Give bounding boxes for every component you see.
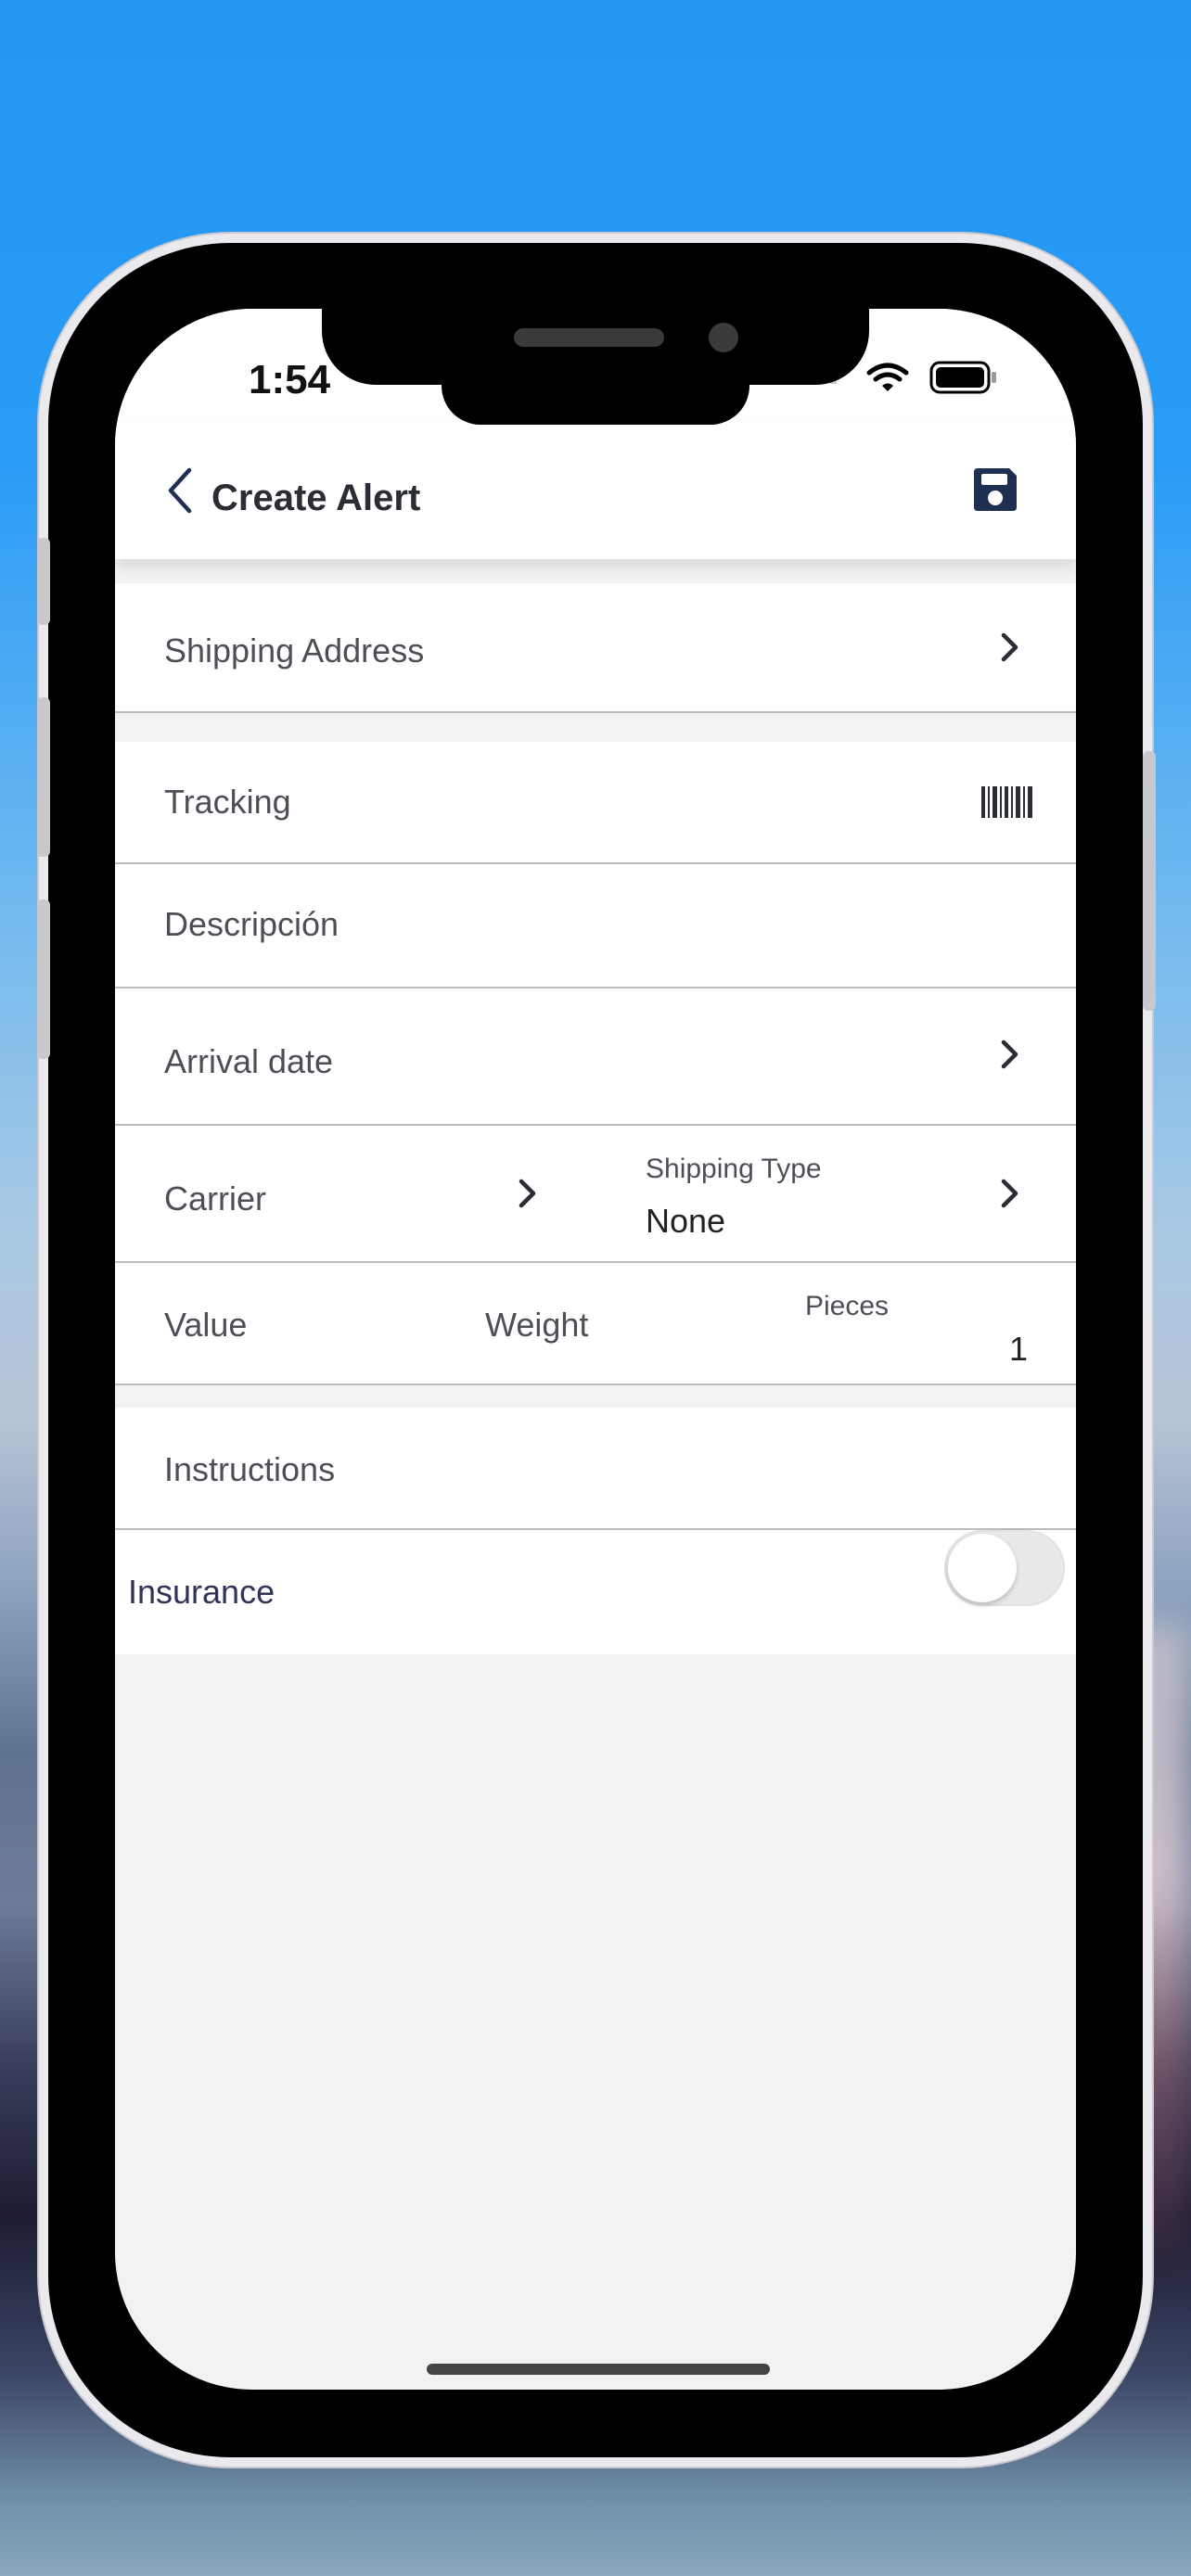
shipping-type-value[interactable]: None: [646, 1202, 725, 1241]
save-icon[interactable]: [970, 465, 1020, 519]
mute-switch: [37, 538, 50, 625]
barcode-icon[interactable]: [981, 786, 1033, 823]
app-screen: 1:54 Create Alert Shipping Address Track…: [115, 309, 1076, 2390]
chevron-right-icon: [1000, 1039, 1020, 1075]
shipping-address-row[interactable]: Shipping Address: [115, 583, 1076, 713]
speaker-grill: [514, 328, 664, 347]
insurance-toggle[interactable]: [944, 1530, 1065, 1606]
carrier-shipping-row: Carrier Shipping Type None: [115, 1126, 1076, 1263]
value-weight-pieces-row: Value Weight Pieces 1: [115, 1263, 1076, 1385]
chevron-right-icon: [1000, 631, 1020, 668]
status-time: 1:54: [249, 357, 331, 402]
notch-island: [442, 352, 749, 425]
description-row[interactable]: Descripción: [115, 864, 1076, 988]
instructions-row[interactable]: Instructions: [115, 1408, 1076, 1530]
home-indicator[interactable]: [427, 2364, 770, 2375]
carrier-chevron-right-icon[interactable]: [518, 1178, 538, 1214]
toggle-knob: [948, 1534, 1017, 1602]
pieces-field[interactable]: 1: [1009, 1330, 1028, 1369]
carrier-label[interactable]: Carrier: [164, 1180, 266, 1218]
arrival-date-label: Arrival date: [164, 1042, 334, 1080]
insurance-row: Insurance: [115, 1530, 1076, 1654]
tracking-label: Tracking: [164, 783, 291, 821]
shipping-type-chevron-right-icon[interactable]: [1000, 1178, 1020, 1214]
value-field[interactable]: Value: [164, 1306, 247, 1345]
volume-down-button: [37, 899, 50, 1059]
shipping-address-label: Shipping Address: [164, 631, 425, 670]
page-title: Create Alert: [211, 478, 421, 518]
front-camera: [709, 323, 738, 352]
power-button: [1143, 751, 1156, 1011]
weight-field[interactable]: Weight: [485, 1306, 588, 1345]
description-label: Descripción: [164, 905, 339, 943]
back-chevron-icon[interactable]: [163, 465, 195, 521]
shipping-type-label: Shipping Type: [646, 1154, 822, 1184]
tracking-row[interactable]: Tracking: [115, 742, 1076, 864]
volume-up-button: [37, 697, 50, 857]
instructions-label: Instructions: [164, 1450, 336, 1488]
insurance-label: Insurance: [128, 1573, 275, 1611]
pieces-label: Pieces: [805, 1291, 890, 1321]
battery-icon: [929, 361, 998, 399]
wifi-icon: [866, 362, 909, 398]
navigation-bar: Create Alert: [115, 420, 1076, 559]
arrival-date-row[interactable]: Arrival date: [115, 988, 1076, 1126]
